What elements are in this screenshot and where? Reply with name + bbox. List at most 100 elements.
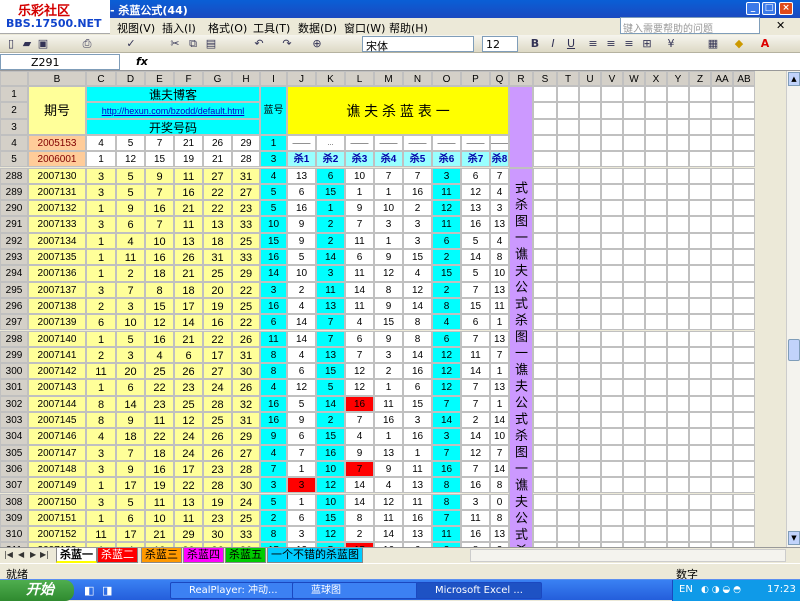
ball-cell[interactable]: 29	[174, 526, 203, 543]
redo-icon[interactable]: ↷	[280, 37, 294, 51]
close-workbook-icon[interactable]: ✕	[776, 19, 785, 32]
kill-cell[interactable]: 4	[287, 297, 316, 315]
kill-cell[interactable]: 11	[461, 346, 490, 364]
font-name-select[interactable]: 宋体	[362, 36, 474, 53]
kill-cell[interactable]: 5	[287, 249, 316, 266]
empty-cell[interactable]	[711, 460, 733, 478]
empty-cell[interactable]	[689, 249, 711, 266]
kill-cell[interactable]: 13	[490, 281, 509, 298]
empty-cell[interactable]	[645, 477, 667, 494]
column-header[interactable]: Q	[490, 71, 509, 86]
empty-cell[interactable]	[601, 460, 623, 478]
empty-cell[interactable]	[623, 102, 645, 119]
kill-cell[interactable]: 16	[432, 460, 461, 478]
empty-cell[interactable]	[557, 412, 579, 429]
empty-cell[interactable]	[667, 509, 689, 527]
empty-cell[interactable]	[557, 183, 579, 201]
period-cell[interactable]: 2007138	[28, 297, 86, 315]
empty-cell[interactable]	[667, 395, 689, 412]
ball-cell[interactable]: 31	[203, 249, 232, 266]
empty-cell[interactable]	[533, 102, 557, 119]
empty-cell[interactable]	[557, 428, 579, 445]
kill-cell[interactable]: 6	[403, 379, 432, 396]
empty-cell[interactable]	[557, 330, 579, 347]
ball-cell[interactable]: 11	[116, 249, 145, 266]
empty-cell[interactable]	[557, 297, 579, 315]
empty-cell[interactable]	[733, 167, 755, 184]
ball-cell[interactable]: 8	[86, 395, 116, 412]
empty-cell[interactable]	[557, 363, 579, 380]
kill-cell[interactable]: 7	[461, 460, 490, 478]
empty-cell[interactable]	[579, 395, 601, 412]
empty-cell[interactable]	[579, 526, 601, 543]
kill-cell[interactable]: 14	[345, 281, 374, 298]
empty-cell[interactable]	[667, 183, 689, 201]
ball-cell[interactable]: 8	[145, 281, 174, 298]
empty-cell[interactable]	[711, 297, 733, 315]
kill-cell[interactable]: 1	[374, 379, 403, 396]
column-header[interactable]: W	[623, 71, 645, 86]
period-cell[interactable]: 2007139	[28, 314, 86, 331]
empty-cell[interactable]	[667, 346, 689, 364]
empty-cell[interactable]	[533, 526, 557, 543]
empty-cell[interactable]	[601, 216, 623, 233]
kill-cell[interactable]: 15	[316, 509, 345, 527]
ball-cell[interactable]: 26	[174, 249, 203, 266]
empty-cell[interactable]	[645, 314, 667, 331]
new-icon[interactable]: ▯	[4, 37, 18, 51]
kill-cell[interactable]: 11	[403, 493, 432, 510]
column-header[interactable]: L	[345, 71, 374, 86]
kill-cell[interactable]: 14	[403, 346, 432, 364]
row-header[interactable]: 304	[0, 428, 28, 445]
ball-cell[interactable]: 26	[203, 428, 232, 445]
kill-cell[interactable]: 8	[490, 509, 509, 527]
ball-cell[interactable]: 5	[116, 493, 145, 510]
column-header[interactable]: G	[203, 71, 232, 86]
empty-cell[interactable]	[711, 86, 733, 103]
kill-cell[interactable]: 16	[461, 216, 490, 233]
row-header[interactable]: 309	[0, 509, 28, 527]
ball-cell[interactable]: 22	[203, 183, 232, 201]
empty-cell[interactable]	[667, 297, 689, 315]
empty-cell[interactable]	[733, 444, 755, 461]
blue-cell[interactable]: 3	[260, 477, 287, 494]
ball-cell[interactable]: 5	[116, 134, 145, 152]
ball-cell[interactable]: 5	[116, 183, 145, 201]
ball-cell[interactable]: 7	[145, 183, 174, 201]
empty-cell[interactable]	[645, 118, 667, 135]
kill-cell[interactable]: 15	[432, 265, 461, 282]
empty-cell[interactable]	[689, 183, 711, 201]
kill-cell[interactable]: 9	[345, 200, 374, 217]
kill-cell[interactable]: 5	[461, 265, 490, 282]
ball-cell[interactable]: 1	[86, 509, 116, 527]
kill-cell[interactable]: 3	[374, 216, 403, 233]
ball-cell[interactable]: 17	[203, 346, 232, 364]
ball-cell[interactable]: 3	[116, 297, 145, 315]
empty-cell[interactable]	[667, 444, 689, 461]
minimize-button[interactable]: _	[746, 2, 760, 15]
period-cell[interactable]: 2007137	[28, 281, 86, 298]
empty-cell[interactable]	[601, 428, 623, 445]
empty-cell[interactable]	[533, 281, 557, 298]
empty-cell[interactable]	[557, 200, 579, 217]
empty-cell[interactable]	[601, 249, 623, 266]
kill-cell[interactable]: 11	[403, 460, 432, 478]
ball-cell[interactable]: 17	[116, 477, 145, 494]
empty-cell[interactable]	[601, 314, 623, 331]
kill-cell[interactable]: 1	[374, 232, 403, 249]
scroll-up-icon[interactable]: ▲	[788, 72, 800, 86]
empty-cell[interactable]	[645, 200, 667, 217]
period-cell[interactable]: 2007131	[28, 183, 86, 201]
kill-cell[interactable]: 2	[316, 412, 345, 429]
kill-cell[interactable]: 12	[345, 379, 374, 396]
empty-cell[interactable]	[579, 265, 601, 282]
kill-cell[interactable]: 11	[432, 183, 461, 201]
kill-cell[interactable]: 14	[461, 363, 490, 380]
ball-cell[interactable]: 31	[232, 346, 260, 364]
kill-cell[interactable]: 8	[490, 477, 509, 494]
undo-icon[interactable]: ↶	[252, 37, 266, 51]
ball-cell[interactable]: 25	[203, 412, 232, 429]
empty-cell[interactable]	[733, 200, 755, 217]
empty-cell[interactable]	[733, 330, 755, 347]
period-cell[interactable]: 2007146	[28, 428, 86, 445]
